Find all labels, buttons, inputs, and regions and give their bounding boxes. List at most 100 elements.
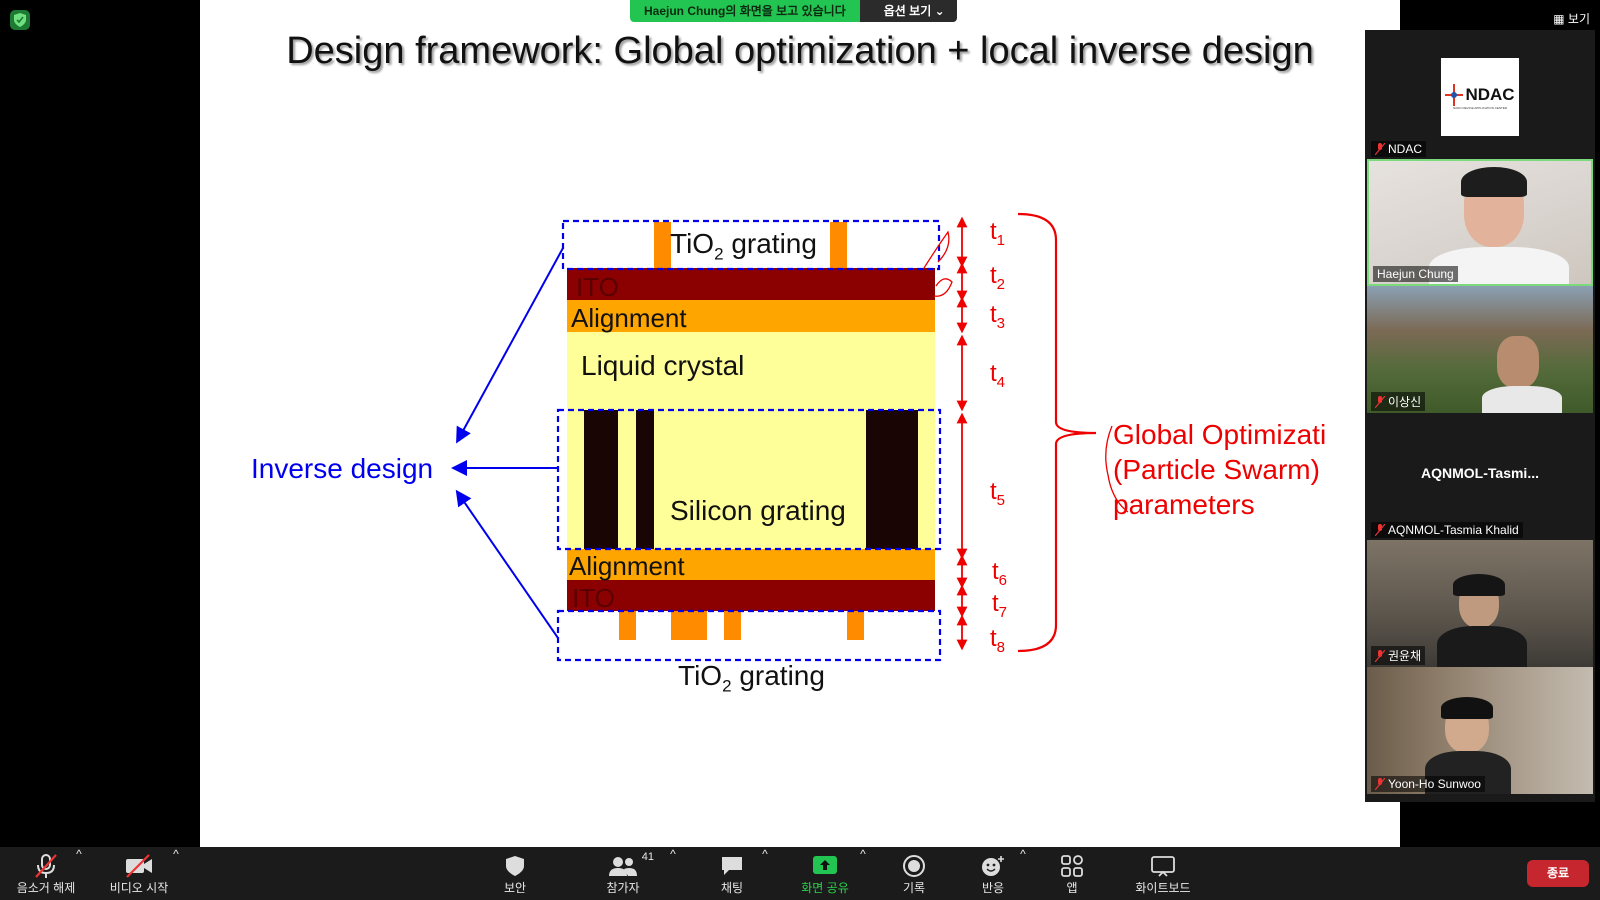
tio2-bottom-bar-1 — [619, 611, 636, 640]
participant-tile-yoon[interactable]: Yoon-Ho Sunwoo — [1367, 667, 1593, 794]
start-video-button[interactable]: 비디오 시작 — [104, 847, 174, 900]
tio2-bottom-bar-2 — [671, 611, 707, 640]
video-options-caret[interactable]: ^ — [171, 847, 181, 900]
mic-muted-icon — [1375, 649, 1385, 662]
share-options-caret[interactable]: ^ — [858, 847, 868, 900]
t2-label: t2 — [990, 262, 1006, 293]
alignment-bottom-label: Alignment — [569, 551, 685, 581]
ito-bottom-label: ITO — [572, 583, 615, 613]
whiteboard-label: 화이트보드 — [1135, 881, 1191, 895]
ndac-logo: NDAC NANO DEVICE APPLICATION CENTER — [1441, 58, 1519, 136]
tio2-bottom-bar-4 — [847, 611, 864, 640]
t8-label: t8 — [990, 625, 1006, 656]
share-screen-button[interactable]: 화면 공유 — [796, 847, 854, 900]
participant-name: NDAC — [1371, 141, 1427, 157]
tio2-top-label: TiO2 grating — [670, 228, 817, 264]
arrow-to-top-box — [456, 247, 564, 444]
ito-bottom-layer — [567, 580, 935, 611]
participants-icon — [609, 857, 637, 876]
silicon-grating-label: Silicon grating — [670, 495, 846, 526]
participant-tile-ndac[interactable]: NDAC NANO DEVICE APPLICATION CENTER NDAC — [1367, 32, 1593, 159]
chat-options-caret[interactable]: ^ — [760, 847, 770, 900]
t6-label: t6 — [992, 558, 1008, 589]
liquid-crystal-label: Liquid crystal — [581, 350, 745, 381]
arrow-to-bottom-box — [455, 489, 559, 639]
alignment-top-label: Alignment — [571, 303, 687, 333]
participant-tile-haejun[interactable]: Haejun Chung — [1367, 159, 1593, 286]
t7-label: t7 — [992, 590, 1008, 621]
security-shield-icon[interactable] — [10, 10, 30, 30]
silicon-bar-2 — [636, 410, 654, 549]
security-button[interactable]: 보안 — [493, 847, 537, 900]
reactions-label: 반응 — [981, 881, 1005, 895]
ito-top-label: ITO — [576, 272, 619, 302]
unmute-button[interactable]: 음소거 해제 — [8, 847, 84, 900]
whiteboard-button[interactable]: 화이트보드 — [1130, 847, 1196, 900]
ndac-logo-subtext: NANO DEVICE APPLICATION CENTER — [1452, 106, 1508, 110]
gallery-view-label: 보기 — [1567, 12, 1590, 26]
tio2-bottom-bar-3 — [724, 611, 741, 640]
participant-name: AQNMOL-Tasmia Khalid — [1371, 522, 1523, 538]
apps-button[interactable]: 앱 — [1054, 847, 1090, 900]
participant-tile-kwon[interactable]: 권윤채 — [1367, 540, 1593, 667]
participants-options-caret[interactable]: ^ — [668, 847, 678, 900]
silicon-bar-3 — [866, 410, 918, 549]
reactions-options-caret[interactable]: ^ — [1018, 847, 1028, 900]
view-options-label: 옵션 보기 — [883, 4, 932, 18]
unmute-label: 음소거 해제 — [16, 881, 76, 895]
participants-button[interactable]: 41 참가자 — [596, 847, 654, 900]
screen-share-banner: Haejun Chung의 화면을 보고 있습니다 옵션 보기 ⌄ — [630, 0, 957, 22]
red-brace — [1017, 212, 1097, 653]
participant-name: Haejun Chung — [1373, 266, 1458, 282]
chat-icon — [722, 857, 742, 875]
participants-count: 41 — [641, 851, 654, 863]
global-opt-line2: (Particle Swarm) — [1113, 454, 1320, 485]
mic-muted-icon — [1375, 524, 1385, 536]
mic-muted-icon — [1375, 143, 1385, 155]
record-button[interactable]: 기록 — [895, 847, 933, 900]
apps-label: 앱 — [1066, 881, 1078, 895]
participant-tile-lee[interactable]: 이상신 — [1367, 286, 1593, 413]
smiley-icon — [982, 856, 1004, 876]
ndac-logo-icon — [1445, 84, 1464, 106]
chat-button[interactable]: 채팅 — [710, 847, 754, 900]
t5-label: t5 — [990, 478, 1006, 509]
participant-tile-aqnmol[interactable]: AQNMOL-Tasmi... AQNMOL-Tasmia Khalid — [1367, 413, 1593, 540]
end-meeting-button[interactable]: 종료 — [1527, 860, 1589, 887]
shield-icon — [506, 856, 524, 876]
mic-muted-icon — [1375, 778, 1385, 790]
tio2-top-bar-2 — [830, 222, 847, 268]
view-options-button[interactable]: 옵션 보기 ⌄ — [859, 0, 957, 22]
t3-label: t3 — [990, 301, 1006, 332]
shared-slide: Design framework: Global optimization + … — [200, 0, 1400, 847]
apps-icon — [1061, 855, 1083, 877]
ito-top-layer — [567, 268, 935, 300]
share-screen-label: 화면 공유 — [801, 881, 849, 895]
reactions-button[interactable]: 반응 — [974, 847, 1012, 900]
mic-muted-icon — [1375, 395, 1385, 408]
video-off-icon — [126, 854, 152, 878]
tio2-bottom-label: TiO2 grating — [678, 660, 825, 696]
share-status-text: Haejun Chung의 화면을 보고 있습니다 — [630, 0, 860, 22]
grid-icon: ▦ — [1553, 12, 1565, 26]
security-label: 보안 — [503, 881, 527, 895]
audio-options-caret[interactable]: ^ — [74, 847, 84, 900]
participants-label: 참가자 — [606, 881, 640, 895]
record-label: 기록 — [902, 881, 926, 895]
participant-gallery: NDAC NANO DEVICE APPLICATION CENTER NDAC… — [1365, 30, 1595, 802]
whiteboard-icon — [1151, 856, 1175, 877]
chat-label: 채팅 — [720, 881, 744, 895]
participant-name: Yoon-Ho Sunwoo — [1371, 776, 1485, 792]
global-opt-line1: Global Optimizati — [1113, 419, 1327, 450]
share-screen-icon — [813, 856, 837, 874]
global-opt-line3: parameters — [1113, 489, 1255, 520]
meeting-toolbar: 음소거 해제 ^ 비디오 시작 ^ 보안 41 참가자 ^ 채팅 ^ 화면 공유… — [0, 847, 1600, 900]
tio2-top-bar-1 — [654, 222, 671, 268]
mic-off-icon — [35, 854, 57, 878]
ndac-logo-text: NDAC — [1465, 85, 1515, 104]
silicon-bar-1 — [584, 410, 618, 549]
inverse-box-bottom — [556, 609, 942, 662]
participant-name: 권윤채 — [1371, 646, 1426, 665]
participant-display-name: AQNMOL-Tasmi... — [1421, 465, 1539, 481]
gallery-view-button[interactable]: ▦ 보기 — [1553, 10, 1590, 27]
